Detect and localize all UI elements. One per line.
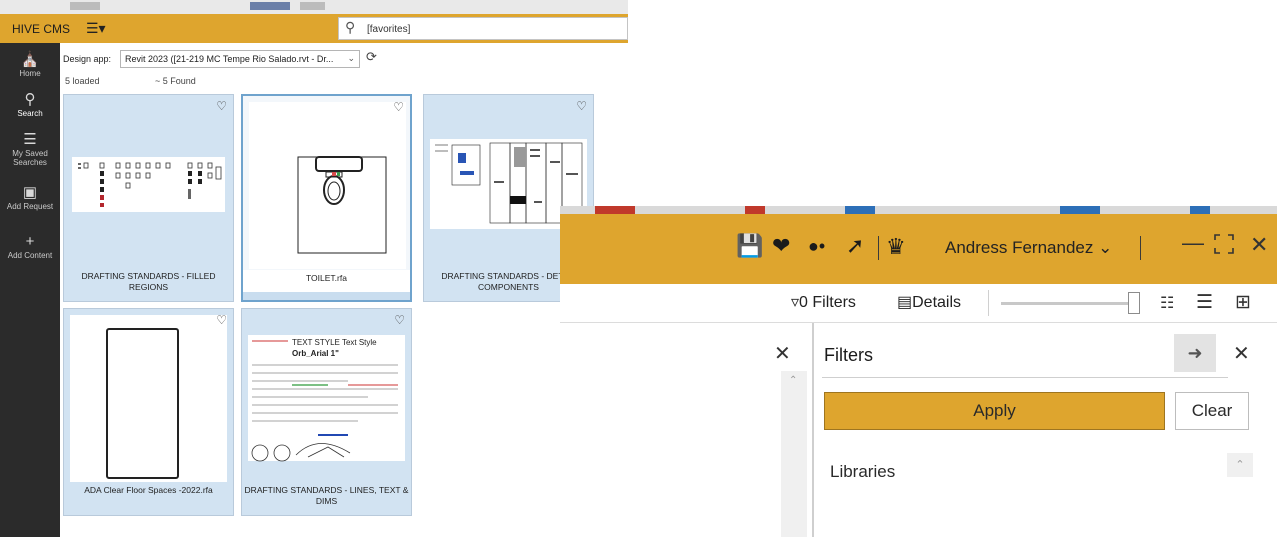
- loaded-count: 5 loaded: [65, 76, 100, 86]
- cms-main: Design app: Revit 2023 ([21-219 MC Tempe…: [60, 43, 628, 537]
- sidebar-item-add-content[interactable]: + Add Content: [0, 233, 60, 260]
- chevron-down-icon: ⌄: [347, 53, 355, 63]
- user-menu[interactable]: Andress Fernandez ⌄: [945, 238, 1112, 258]
- maximize-icon[interactable]: [1214, 234, 1234, 254]
- heart-icon[interactable]: ♡: [576, 99, 587, 113]
- save-icon[interactable]: 💾: [736, 233, 763, 259]
- sidebar: ⛪ Home ⚲ Search ☰ My Saved Searches ▣ Ad…: [0, 43, 60, 537]
- plus-icon: +: [25, 233, 35, 250]
- sidebar-item-add-request[interactable]: ▣ Add Request: [0, 184, 60, 211]
- filter-panel-title: Filters: [824, 345, 873, 365]
- sidebar-item-label: My Saved Searches: [12, 149, 48, 167]
- sidebar-item-label: Search: [17, 109, 43, 118]
- zoom-slider-thumb[interactable]: [1128, 292, 1140, 314]
- unpin-icon[interactable]: ➜: [1174, 334, 1216, 372]
- card-thumbnail: [70, 315, 227, 482]
- library-toolbar: ▿0 Filters ▤Details ☷ ☰ ⊞: [560, 284, 1277, 323]
- card-thumbnail: TEXT STYLE Text Style Orb_Arial 1": [248, 315, 405, 482]
- clear-button[interactable]: Clear: [1175, 392, 1249, 430]
- user-name: Andress Fernandez: [945, 238, 1094, 257]
- text-style-font: Orb_Arial 1": [292, 349, 339, 358]
- sidebar-item-label: Home: [19, 69, 41, 78]
- grid-view-icon[interactable]: ⊞: [1235, 291, 1251, 314]
- chevron-down-icon: ⌄: [1098, 238, 1113, 257]
- search-input[interactable]: [365, 20, 619, 38]
- crown-icon: ♛: [886, 234, 906, 259]
- sidebar-item-label: Add Content: [7, 251, 53, 260]
- list-view-icon[interactable]: ☰: [1196, 291, 1213, 314]
- chevron-up-icon[interactable]: ⌃: [1227, 453, 1253, 477]
- content-card[interactable]: ♡ ADA Clear Floor Spaces -2022.rfa: [63, 308, 234, 516]
- design-app-value: Revit 2023 ([21-219 MC Tempe Rio Salado.…: [125, 54, 334, 64]
- heart-icon[interactable]: ♡: [393, 100, 404, 114]
- header-separator: [878, 236, 879, 260]
- close-icon[interactable]: ✕: [774, 341, 791, 366]
- filters-label: 0 Filters: [799, 294, 856, 311]
- heart-icon[interactable]: ❤: [772, 233, 790, 259]
- divider: [822, 377, 1228, 378]
- card-label: DRAFTING STANDARDS - LINES, TEXT & DIMS: [244, 485, 409, 506]
- menu-icon[interactable]: ☰▾: [86, 20, 106, 37]
- content-card-selected[interactable]: ♡ TOILET.rfa: [241, 94, 412, 302]
- pin-icon[interactable]: ➚: [846, 233, 864, 259]
- content-card[interactable]: TEXT STYLE Text Style Orb_Arial 1" ♡ DRA…: [241, 308, 412, 516]
- heart-icon[interactable]: ♡: [216, 313, 227, 327]
- search-icon: ⚲: [345, 19, 356, 35]
- card-label: DRAFTING STANDARDS - FILLED REGIONS: [81, 271, 216, 292]
- filter-panel: Filters ➜ ✕ Apply Clear Libraries ⌃: [814, 323, 1277, 537]
- content-card[interactable]: ♡ DRAFTING STANDARDS - FILLED REGIONS: [63, 94, 234, 302]
- details-button[interactable]: ▤Details: [897, 292, 961, 312]
- sidebar-item-saved-searches[interactable]: ☰ My Saved Searches: [0, 131, 60, 167]
- sidebar-item-label: Add Request: [6, 202, 54, 211]
- card-footer: [243, 292, 410, 300]
- card-label: TOILET.rfa: [243, 270, 410, 294]
- header-separator: [1140, 236, 1141, 260]
- found-count: ~ 5 Found: [155, 76, 196, 86]
- home-icon: ⛪: [20, 51, 40, 68]
- app-title: HIVE CMS: [12, 22, 71, 36]
- toolbar-separator: [988, 290, 989, 316]
- cms-window: HIVE CMS ☰▾ ⚲ ⛪ Home ⚲ Search ☰ My Saved…: [0, 0, 628, 537]
- inbox-icon: ▣: [22, 184, 38, 201]
- left-pane: ✕ ⌃: [560, 323, 812, 537]
- design-app-select[interactable]: Revit 2023 ([21-219 MC Tempe Rio Salado.…: [120, 50, 360, 68]
- sidebar-item-home[interactable]: ⛪ Home: [0, 51, 60, 78]
- apply-button[interactable]: Apply: [824, 392, 1165, 430]
- library-window: 💾 ❤ ●• ➚ ♛ Andress Fernandez ⌄ — ✕ ▿0 Fi…: [560, 206, 1277, 537]
- background-window-strip: [0, 0, 628, 15]
- details-icon: ▤: [897, 294, 913, 311]
- refresh-icon[interactable]: ⟳: [366, 49, 377, 65]
- search-icon: ⚲: [24, 91, 36, 108]
- filter-icon: ▿: [791, 294, 800, 311]
- zoom-slider[interactable]: [1001, 302, 1140, 305]
- saved-searches-icon: ☰: [23, 131, 37, 148]
- card-thumbnail: [249, 102, 406, 269]
- minimize-icon[interactable]: —: [1182, 230, 1204, 256]
- search-box[interactable]: ⚲: [338, 17, 628, 40]
- libraries-section-label: Libraries: [830, 462, 896, 481]
- text-style-title: TEXT STYLE Text Style: [292, 338, 377, 347]
- close-icon[interactable]: ✕: [1250, 232, 1268, 258]
- cms-topbar: HIVE CMS ☰▾ ⚲: [0, 14, 628, 43]
- small-grid-view-icon[interactable]: ☷: [1160, 293, 1174, 313]
- background-window-strip: [560, 206, 1277, 214]
- heart-icon[interactable]: ♡: [216, 99, 227, 113]
- library-header: 💾 ❤ ●• ➚ ♛ Andress Fernandez ⌄ — ✕: [560, 214, 1277, 284]
- sidebar-item-search[interactable]: ⚲ Search: [0, 91, 60, 118]
- chevron-up-icon[interactable]: ⌃: [789, 375, 797, 386]
- card-label: ADA Clear Floor Spaces -2022.rfa: [84, 485, 213, 495]
- user-add-icon[interactable]: ●•: [808, 236, 825, 257]
- scrollbar[interactable]: ⌃: [781, 371, 807, 537]
- design-app-label: Design app:: [63, 54, 112, 64]
- details-label: Details: [912, 294, 962, 311]
- heart-icon[interactable]: ♡: [394, 313, 405, 327]
- card-thumbnail: [70, 101, 227, 268]
- filters-button[interactable]: ▿0 Filters: [791, 292, 856, 312]
- close-icon[interactable]: ✕: [1233, 341, 1250, 366]
